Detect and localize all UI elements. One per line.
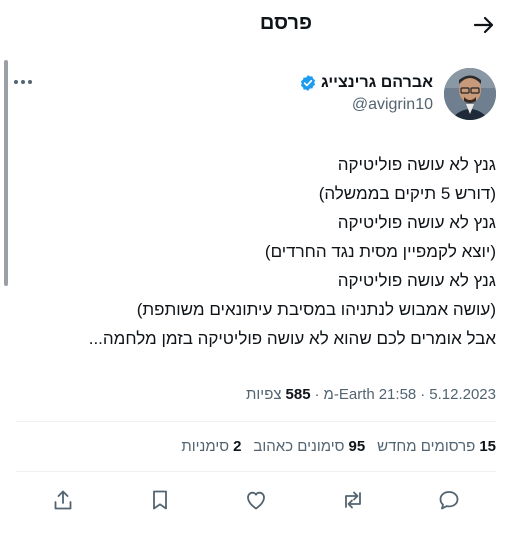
likes-stat[interactable]: 95סימונים כאהוב xyxy=(253,438,365,455)
bookmarks-stat[interactable]: 2סימניות xyxy=(181,438,241,455)
bookmarks-count: 2 xyxy=(233,438,242,455)
tweet-source: Earth-מ xyxy=(323,386,375,403)
repost-button[interactable] xyxy=(338,485,368,515)
reposts-stat[interactable]: 15פרסומים מחדש xyxy=(377,438,496,455)
tweet-time[interactable]: 21:58 xyxy=(379,386,417,403)
tweet-text: גנץ לא עושה פוליטיקה (דורש 5 תיקים בממשל… xyxy=(26,150,496,353)
scrollbar[interactable] xyxy=(4,60,8,286)
verified-badge-icon xyxy=(299,74,317,92)
author-name[interactable]: אברהם גרינצייג xyxy=(321,74,433,92)
reposts-label: פרסומים מחדש xyxy=(377,438,476,455)
author-name-row: אברהם גרינצייג xyxy=(299,74,433,92)
tweet-line: גנץ לא עושה פוליטיקה xyxy=(337,213,496,232)
reposts-count: 15 xyxy=(479,438,496,455)
bookmark-button[interactable] xyxy=(145,485,175,515)
likes-count: 95 xyxy=(348,438,366,455)
more-icon[interactable] xyxy=(14,74,40,90)
reply-button[interactable] xyxy=(434,485,464,515)
share-icon xyxy=(54,490,72,510)
avatar-image xyxy=(444,68,496,120)
bookmarks-label: סימניות xyxy=(181,438,230,455)
repost-icon xyxy=(344,491,361,509)
top-bar: פרסם xyxy=(0,0,512,50)
back-button[interactable] xyxy=(470,11,498,39)
action-bar xyxy=(16,485,496,517)
avatar[interactable] xyxy=(444,68,496,120)
divider xyxy=(16,421,496,422)
tweet-date[interactable]: 5.12.2023 xyxy=(429,386,496,403)
tweet-line: (דורש 5 תיקים בממשלה) xyxy=(318,184,496,203)
page-title: פרסם xyxy=(259,12,312,34)
likes-label: סימונים כאהוב xyxy=(253,438,345,455)
views-label: צפיות xyxy=(246,386,282,403)
engagement-stats: 15פרסומים מחדש 95סימונים כאהוב 2סימניות xyxy=(181,438,496,455)
tweet-line: (יוצא לקמפיין מסית נגד החרדים) xyxy=(264,242,496,261)
like-button[interactable] xyxy=(241,485,271,515)
tweet-line: (עושה אמבוש לנתניהו במסיבת עיתונאים משות… xyxy=(136,300,496,319)
tweet-line: אבל אומרים לכם שהוא לא עושה פוליטיקה בזמ… xyxy=(88,329,496,348)
share-button[interactable] xyxy=(48,485,78,515)
author-handle[interactable]: @avigrin10 xyxy=(352,96,433,114)
tweet-line: גנץ לא עושה פוליטיקה xyxy=(337,271,496,290)
heart-icon xyxy=(247,491,265,510)
tweet-meta: 5.12.2023 · 21:58 Earth-מ · 585 צפיות xyxy=(246,386,496,403)
tweet-line: גנץ לא עושה פוליטיקה xyxy=(337,155,496,174)
reply-icon xyxy=(439,491,459,510)
views-count: 585 xyxy=(285,386,311,403)
bookmark-icon xyxy=(152,490,167,510)
divider xyxy=(16,471,496,472)
arrow-right-icon xyxy=(473,16,494,34)
